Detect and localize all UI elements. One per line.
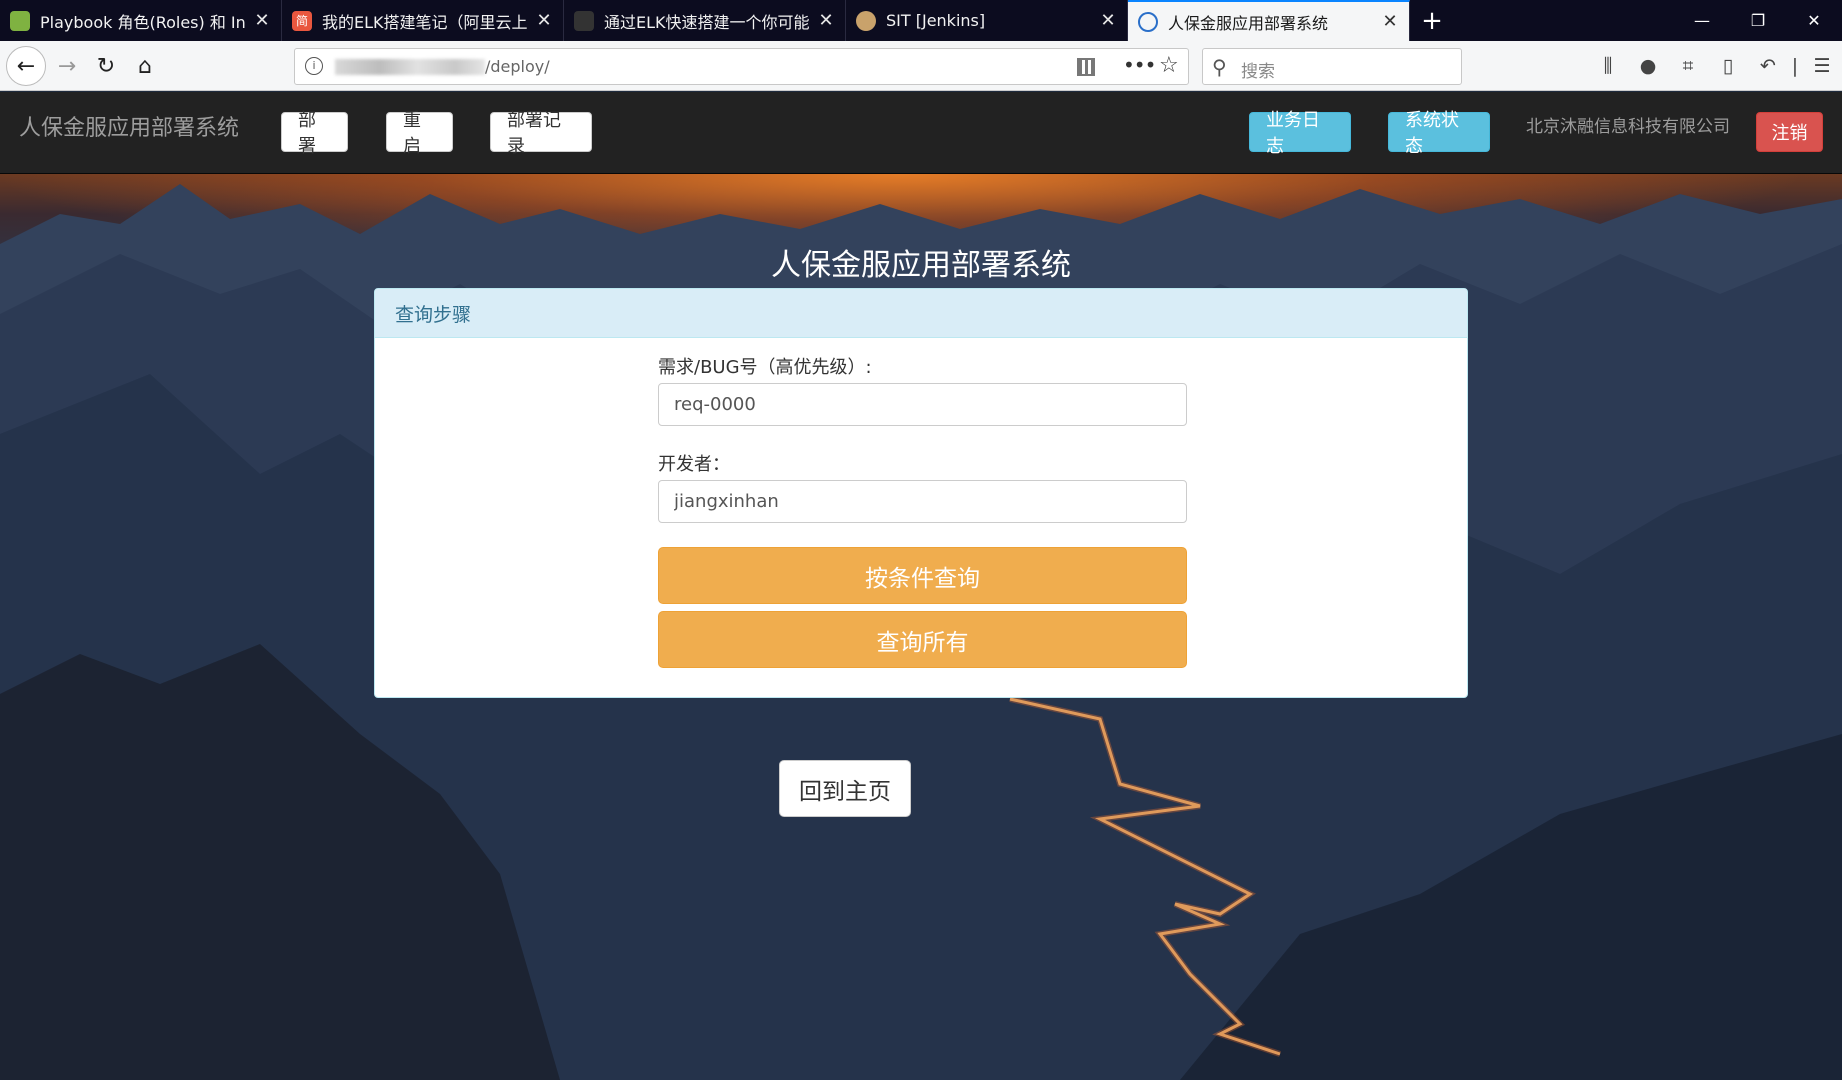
address-bar[interactable]: i /deploy/ ••• ☆ [294,48,1189,85]
back-to-home-button[interactable]: 回到主页 [779,760,911,817]
browser-tab[interactable]: SIT [Jenkins] ✕ [846,0,1128,41]
app-brand[interactable]: 人保金服应用部署系统 [19,110,239,142]
system-status-button[interactable]: 系统状态 [1388,110,1490,157]
business-log-button[interactable]: 业务日志 [1249,110,1351,157]
qr-code-icon[interactable] [1077,58,1095,76]
close-tab-icon[interactable]: ✕ [1381,11,1399,32]
undo-icon[interactable]: ↶ [1748,49,1788,83]
tab-title: Playbook 角色(Roles) 和 Inclu [40,12,245,32]
reload-icon[interactable]: ↻ [89,49,123,83]
separator: | [1791,55,1799,77]
window-controls: — ❐ ✕ [1674,0,1842,41]
browser-tab-strip: Playbook 角色(Roles) 和 Inclu ✕ 简 我的ELK搭建笔记… [0,0,1842,41]
close-tab-icon[interactable]: ✕ [1099,10,1117,31]
close-tab-icon[interactable]: ✕ [817,10,835,31]
tab-favicon-icon [1138,11,1158,32]
deploy-records-button[interactable]: 部署记录 [490,110,592,157]
tab-favicon-icon [574,10,594,31]
app-navbar: 人保金服应用部署系统 部署 重启 部署记录 业务日志 系统状态 北京沐融信息科技… [0,92,1842,174]
minimize-icon[interactable]: — [1674,0,1730,41]
close-tab-icon[interactable]: ✕ [535,10,553,31]
sidebar-icon[interactable]: ▯ [1708,49,1748,83]
tab-title: 我的ELK搭建笔记（阿里云上部 [322,12,527,32]
search-placeholder: 搜索 [1241,62,1275,82]
developer-label: 开发者： [658,454,730,475]
tab-favicon-icon: 简 [292,10,312,31]
more-actions-icon[interactable]: ••• [1123,53,1156,77]
logout-button[interactable]: 注销 [1756,112,1823,152]
query-form: 需求/BUG号（高优先级）: 开发者： 按条件查询 查询所有 [658,353,1187,668]
company-name: 北京沐融信息科技有限公司 [1526,117,1730,137]
browser-tab[interactable]: 简 我的ELK搭建笔记（阿里云上部 ✕ [282,0,564,41]
library-icon[interactable]: ⫼ [1588,49,1628,83]
back-arrow-icon[interactable]: ← [6,46,46,86]
browser-tab-active[interactable]: 人保金服应用部署系统 ✕ [1128,0,1410,41]
browser-tab[interactable]: 通过ELK快速搭建一个你可能需 ✕ [564,0,846,41]
browser-navigation-bar: ← → ↻ ⌂ i /deploy/ ••• ☆ ⚲ 搜索 ⫼ ● ⌗ ▯ ↶ … [0,41,1842,91]
tab-title: 通过ELK快速搭建一个你可能需 [604,12,809,32]
tab-favicon-icon [856,10,876,31]
panel-heading: 查询步骤 [375,289,1467,338]
blurred-host [335,59,485,75]
query-by-condition-button[interactable]: 按条件查询 [658,547,1187,604]
restart-button[interactable]: 重启 [386,110,453,157]
requirement-label: 需求/BUG号（高优先级）: [658,357,872,378]
forward-arrow-icon[interactable]: → [50,49,84,83]
deploy-button[interactable]: 部署 [281,110,348,157]
browser-toolbar: ⫼ ● ⌗ ▯ ↶ | ☰ [1588,49,1842,83]
restore-icon[interactable]: ❐ [1730,0,1786,41]
chat-icon[interactable]: ● [1628,49,1668,83]
tab-favicon-icon [10,10,30,31]
bookmark-star-icon[interactable]: ☆ [1159,53,1179,78]
browser-tab[interactable]: Playbook 角色(Roles) 和 Inclu ✕ [0,0,282,41]
search-input[interactable]: ⚲ 搜索 [1202,48,1462,85]
developer-input[interactable] [658,480,1187,523]
page-title: 人保金服应用部署系统 [771,248,1071,283]
menu-icon[interactable]: ☰ [1802,49,1842,83]
tab-title: SIT [Jenkins] [886,11,986,30]
new-tab-icon[interactable]: + [1410,0,1454,41]
home-icon[interactable]: ⌂ [128,49,162,83]
close-tab-icon[interactable]: ✕ [253,10,271,31]
requirement-input[interactable] [658,383,1187,426]
screenshot-icon[interactable]: ⌗ [1668,49,1708,83]
query-all-button[interactable]: 查询所有 [658,611,1187,668]
close-window-icon[interactable]: ✕ [1786,0,1842,41]
url-path: /deploy/ [485,57,550,76]
site-info-icon[interactable]: i [305,57,323,75]
search-icon: ⚲ [1212,55,1227,79]
tab-title: 人保金服应用部署系统 [1168,13,1329,33]
query-panel: 查询步骤 需求/BUG号（高优先级）: 开发者： 按条件查询 查询所有 [374,288,1468,698]
